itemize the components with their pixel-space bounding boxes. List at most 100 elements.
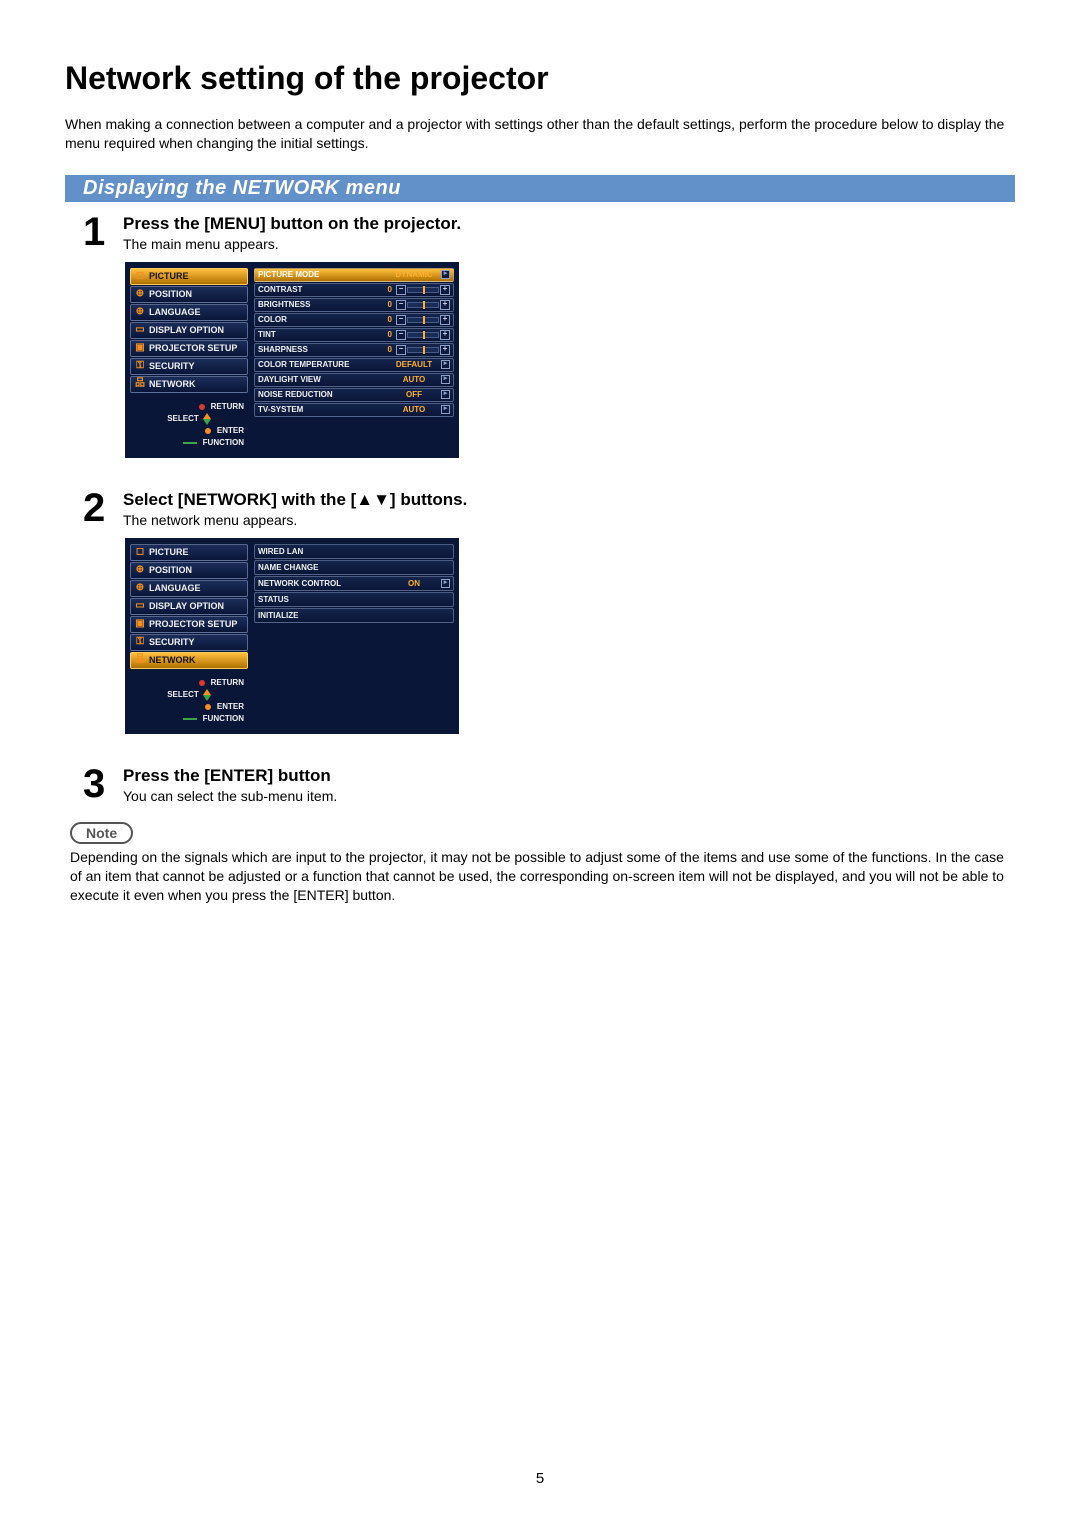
plus-icon[interactable]: +: [440, 315, 450, 325]
setting-row-picture-mode[interactable]: PICTURE MODE DYNAMIC ▸: [254, 268, 454, 282]
menu-item-language[interactable]: ⊕LANGUAGE: [130, 580, 248, 597]
setting-row-network-control[interactable]: NETWORK CONTROLON▸: [254, 576, 454, 591]
nav-hint-cluster: RETURNSELECTENTERFUNCTION: [130, 677, 248, 725]
plus-icon[interactable]: +: [440, 345, 450, 355]
setting-row-tv-system[interactable]: TV-SYSTEMAUTO▸: [254, 403, 454, 417]
minus-icon[interactable]: −: [396, 315, 406, 325]
setting-row-contrast[interactable]: CONTRAST0−+: [254, 283, 454, 297]
menu-item-security[interactable]: ⚿SECURITY: [130, 358, 248, 375]
setting-row-color[interactable]: COLOR0−+: [254, 313, 454, 327]
setting-value: DEFAULT: [391, 360, 437, 369]
menu-item-label: PICTURE: [149, 271, 189, 281]
return-dot-icon: [199, 404, 205, 410]
setting-row-color-temperature[interactable]: COLOR TEMPERATUREDEFAULT▸: [254, 358, 454, 372]
chevron-right-icon[interactable]: ▸: [441, 360, 450, 369]
osd-network-menu: ◻PICTURE⊕POSITION⊕LANGUAGE▭DISPLAY OPTIO…: [125, 538, 459, 734]
minus-icon[interactable]: −: [396, 300, 406, 310]
minus-icon[interactable]: −: [396, 345, 406, 355]
menu-icon: ◻: [135, 271, 145, 281]
setting-row-initialize[interactable]: INITIALIZE: [254, 608, 454, 623]
menu-item-network[interactable]: 品 NETWORK: [130, 376, 248, 393]
menu-item-position[interactable]: ⊕POSITION: [130, 286, 248, 303]
note-label: Note: [70, 822, 133, 844]
setting-value: 0: [382, 315, 392, 324]
setting-row-tint[interactable]: TINT0−+: [254, 328, 454, 342]
setting-label: SHARPNESS: [258, 345, 378, 354]
hint-enter: ENTER: [217, 702, 244, 711]
hint-return: RETURN: [211, 402, 244, 411]
minus-icon[interactable]: −: [396, 330, 406, 340]
menu-item-language[interactable]: ⊕LANGUAGE: [130, 304, 248, 321]
setting-row-sharpness[interactable]: SHARPNESS0−+: [254, 343, 454, 357]
menu-icon: ⚿: [135, 637, 145, 647]
intro-paragraph: When making a connection between a compu…: [65, 115, 1015, 153]
setting-label: BRIGHTNESS: [258, 300, 378, 309]
osd-main-menu: ◻ PICTURE ⊕POSITION⊕LANGUAGE▭DISPLAY OPTIO…: [125, 262, 459, 458]
minus-icon[interactable]: −: [396, 285, 406, 295]
slider[interactable]: −+: [396, 286, 450, 294]
slider[interactable]: −+: [396, 316, 450, 324]
plus-icon[interactable]: +: [440, 300, 450, 310]
menu-item-label: SECURITY: [149, 637, 195, 647]
slider[interactable]: −+: [396, 301, 450, 309]
setting-value: OFF: [391, 390, 437, 399]
menu-icon: ⊕: [135, 583, 145, 593]
setting-label: COLOR: [258, 315, 378, 324]
setting-label: NAME CHANGE: [258, 563, 450, 572]
enter-dot-icon: [205, 704, 211, 710]
section-heading: Displaying the NETWORK menu: [65, 175, 1015, 202]
hint-select: SELECT: [167, 414, 199, 423]
setting-label: CONTRAST: [258, 285, 378, 294]
step-1: 1 Press the [MENU] button on the project…: [83, 212, 1015, 252]
step-note: The main menu appears.: [123, 236, 461, 252]
chevron-right-icon[interactable]: ▸: [441, 390, 450, 399]
menu-item-display-option[interactable]: ▭DISPLAY OPTION: [130, 322, 248, 339]
down-arrow-icon: [203, 419, 211, 425]
setting-row-name-change[interactable]: NAME CHANGE: [254, 560, 454, 575]
setting-label: PICTURE MODE: [258, 270, 387, 279]
setting-label: DAYLIGHT VIEW: [258, 375, 387, 384]
chevron-right-icon[interactable]: ▸: [441, 270, 450, 279]
step-heading: Press the [MENU] button on the projector…: [123, 214, 461, 234]
menu-item-position[interactable]: ⊕POSITION: [130, 562, 248, 579]
menu-icon: 品: [135, 379, 145, 389]
menu-icon: ⊕: [135, 307, 145, 317]
chevron-right-icon[interactable]: ▸: [441, 375, 450, 384]
menu-item-label: NETWORK: [149, 379, 196, 389]
menu-item-projector-setup[interactable]: ▣PROJECTOR SETUP: [130, 616, 248, 633]
step-note: The network menu appears.: [123, 512, 467, 528]
plus-icon[interactable]: +: [440, 330, 450, 340]
hint-function: FUNCTION: [203, 714, 244, 723]
hint-function: FUNCTION: [203, 438, 244, 447]
menu-icon: ⊕: [135, 289, 145, 299]
menu-item-security[interactable]: ⚿ SECURITY: [130, 634, 248, 651]
slider[interactable]: −+: [396, 346, 450, 354]
setting-row-status[interactable]: STATUS: [254, 592, 454, 607]
plus-icon[interactable]: +: [440, 285, 450, 295]
chevron-right-icon[interactable]: ▸: [441, 405, 450, 414]
menu-icon: ◻: [135, 547, 145, 557]
menu-item-label: NETWORK: [149, 655, 196, 665]
slider[interactable]: −+: [396, 331, 450, 339]
step-note: You can select the sub-menu item.: [123, 788, 337, 804]
menu-item-display-option[interactable]: ▭DISPLAY OPTION: [130, 598, 248, 615]
function-bar-icon: [183, 442, 197, 444]
menu-item-label: DISPLAY OPTION: [149, 601, 224, 611]
menu-icon: ▣: [135, 343, 145, 353]
menu-icon: ▭: [135, 325, 145, 335]
hint-enter: ENTER: [217, 426, 244, 435]
setting-row-brightness[interactable]: BRIGHTNESS0−+: [254, 298, 454, 312]
chevron-right-icon[interactable]: ▸: [441, 579, 450, 588]
setting-value: DYNAMIC: [391, 270, 437, 279]
menu-item-network[interactable]: 品NETWORK: [130, 652, 248, 669]
menu-item-picture[interactable]: ◻PICTURE: [130, 544, 248, 561]
menu-item-picture[interactable]: ◻ PICTURE: [130, 268, 248, 285]
setting-row-daylight-view[interactable]: DAYLIGHT VIEWAUTO▸: [254, 373, 454, 387]
setting-row-noise-reduction[interactable]: NOISE REDUCTIONOFF▸: [254, 388, 454, 402]
enter-dot-icon: [205, 428, 211, 434]
step-heading: Press the [ENTER] button: [123, 766, 337, 786]
menu-item-projector-setup[interactable]: ▣PROJECTOR SETUP: [130, 340, 248, 357]
function-bar-icon: [183, 718, 197, 720]
setting-row-wired-lan[interactable]: WIRED LAN: [254, 544, 454, 559]
setting-value: 0: [382, 330, 392, 339]
